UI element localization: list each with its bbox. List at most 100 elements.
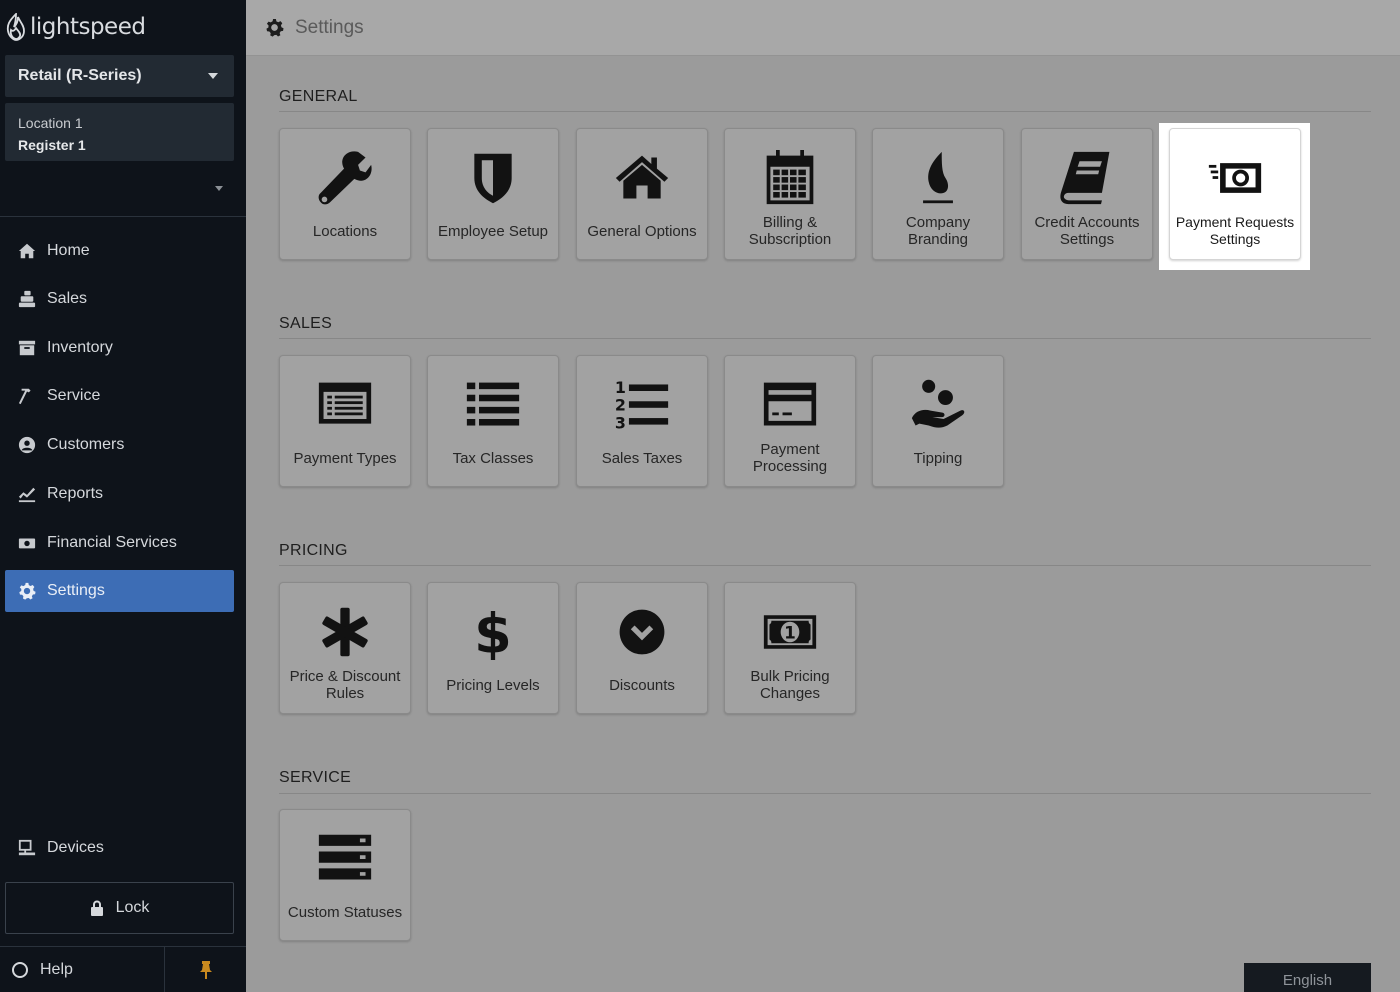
tile-label: Tipping xyxy=(913,449,963,467)
asterisk-icon xyxy=(280,603,410,661)
money-icon xyxy=(17,533,37,553)
padlock-icon xyxy=(90,900,103,916)
tile-payment-types[interactable]: Payment Types xyxy=(279,355,411,487)
server-icon xyxy=(280,830,410,888)
tile-label: Price & Discount Rules xyxy=(289,668,401,702)
section-divider xyxy=(279,565,1371,566)
house-icon xyxy=(577,149,707,207)
product-selector-label: Retail (R-Series) xyxy=(18,67,142,84)
cash-icon xyxy=(1170,149,1300,207)
sidebar-item-financial-services[interactable]: Financial Services xyxy=(5,522,234,564)
sidebar-item-inventory[interactable]: Inventory xyxy=(5,327,234,369)
tile-label: General Options xyxy=(587,222,697,240)
inventory-icon xyxy=(17,338,37,358)
shield-icon xyxy=(428,149,558,207)
sidebar-item-label: Home xyxy=(47,242,90,259)
tile-label: Custom Statuses xyxy=(287,903,403,921)
tile-sales-taxes[interactable]: 123 Sales Taxes xyxy=(576,355,708,487)
numbered-list-icon: 123 xyxy=(577,376,707,434)
language-selector[interactable]: English xyxy=(1244,963,1371,992)
tile-payment-processing[interactable]: Payment Processing xyxy=(724,355,856,487)
sidebar-item-home[interactable]: Home xyxy=(5,230,234,272)
sidebar-item-label: Devices xyxy=(47,839,104,856)
section-title-pricing: PRICING xyxy=(279,542,348,559)
tile-label: Employee Setup xyxy=(437,222,549,240)
help-label: Help xyxy=(40,961,73,978)
tile-employee-setup[interactable]: Employee Setup xyxy=(427,128,559,260)
location-caret-icon[interactable] xyxy=(215,186,223,191)
sidebar-item-sales[interactable]: Sales xyxy=(5,278,234,320)
sidebar: lightspeed Retail (R-Series) Location 1 … xyxy=(0,0,246,992)
svg-text:2: 2 xyxy=(615,396,626,415)
register-label: Register 1 xyxy=(18,137,86,153)
tile-price-discount-rules[interactable]: Price & Discount Rules xyxy=(279,582,411,714)
sidebar-item-label: Reports xyxy=(47,485,104,502)
flame-logo-icon xyxy=(6,13,25,41)
tile-label: Billing & Subscription xyxy=(748,214,832,248)
sidebar-item-reports[interactable]: Reports xyxy=(5,473,234,515)
svg-text:1: 1 xyxy=(615,378,626,397)
section-title-sales: SALES xyxy=(279,315,333,332)
credit-card-icon xyxy=(725,376,855,434)
help-button[interactable]: Help xyxy=(0,947,165,992)
tile-billing-subscription[interactable]: Billing & Subscription xyxy=(724,128,856,260)
bill-icon: 1 xyxy=(725,603,855,661)
language-label: English xyxy=(1282,972,1333,989)
register-icon xyxy=(17,289,37,309)
calendar-icon xyxy=(725,149,855,207)
sidebar-item-label: Financial Services xyxy=(47,534,177,551)
sidebar-item-label: Inventory xyxy=(47,339,113,356)
lock-label: Lock xyxy=(115,899,150,916)
tile-credit-accounts-settings[interactable]: Credit Accounts Settings xyxy=(1021,128,1153,260)
sidebar-item-label: Service xyxy=(47,387,101,404)
tile-label: Bulk Pricing Changes xyxy=(750,668,830,702)
sidebar-item-settings[interactable]: Settings xyxy=(5,570,234,612)
flame-icon xyxy=(873,149,1003,207)
sidebar-item-devices[interactable]: Devices xyxy=(5,827,234,869)
tile-custom-statuses[interactable]: Custom Statuses xyxy=(279,809,411,941)
wrench-icon xyxy=(280,149,410,207)
tile-label: Payment Processing xyxy=(752,441,828,475)
dollar-icon: $ xyxy=(428,603,558,661)
lock-button[interactable]: Lock xyxy=(5,882,234,934)
location-register-box[interactable]: Location 1 Register 1 xyxy=(5,103,234,161)
tile-tax-classes[interactable]: Tax Classes xyxy=(427,355,559,487)
caret-down-icon xyxy=(208,73,218,79)
tile-bulk-pricing-changes[interactable]: 1 Bulk Pricing Changes xyxy=(724,582,856,714)
hammer-icon xyxy=(17,386,37,406)
gear-icon xyxy=(17,581,37,601)
tile-pricing-levels[interactable]: $ Pricing Levels xyxy=(427,582,559,714)
sidebar-divider xyxy=(0,216,246,217)
chart-icon xyxy=(17,484,37,504)
pin-sidebar-button[interactable] xyxy=(166,947,246,992)
pin-icon xyxy=(200,961,212,979)
tile-general-options[interactable]: General Options xyxy=(576,128,708,260)
lightspeed-logo[interactable]: lightspeed xyxy=(6,12,146,42)
gear-icon xyxy=(266,18,284,37)
tile-locations[interactable]: Locations xyxy=(279,128,411,260)
devices-icon xyxy=(17,838,37,858)
sidebar-item-service[interactable]: Service xyxy=(5,375,234,417)
tile-label: Locations xyxy=(312,222,378,240)
sidebar-item-customers[interactable]: Customers xyxy=(5,424,234,466)
home-icon xyxy=(17,241,37,261)
page-title: Settings xyxy=(295,16,364,38)
location-label: Location 1 xyxy=(18,115,83,131)
section-title-general: GENERAL xyxy=(279,88,358,105)
tile-payment-requests-settings[interactable]: Payment Requests Settings xyxy=(1169,128,1301,260)
svg-text:1: 1 xyxy=(784,623,796,643)
hand-coins-icon xyxy=(873,376,1003,434)
logo-text: lightspeed xyxy=(30,14,146,40)
product-selector[interactable]: Retail (R-Series) xyxy=(5,55,234,97)
help-circle-icon xyxy=(12,962,28,978)
tile-label: Sales Taxes xyxy=(601,449,683,467)
tile-label: Payment Types xyxy=(293,449,397,467)
tile-tipping[interactable]: Tipping xyxy=(872,355,1004,487)
tile-company-branding[interactable]: Company Branding xyxy=(872,128,1004,260)
tile-label: Payment Requests Settings xyxy=(1175,214,1295,247)
section-divider xyxy=(279,338,1371,339)
tile-discounts[interactable]: Discounts xyxy=(576,582,708,714)
customer-icon xyxy=(17,435,37,455)
svg-text:3: 3 xyxy=(615,413,626,432)
sidebar-bottom-bar: Help xyxy=(0,946,246,992)
